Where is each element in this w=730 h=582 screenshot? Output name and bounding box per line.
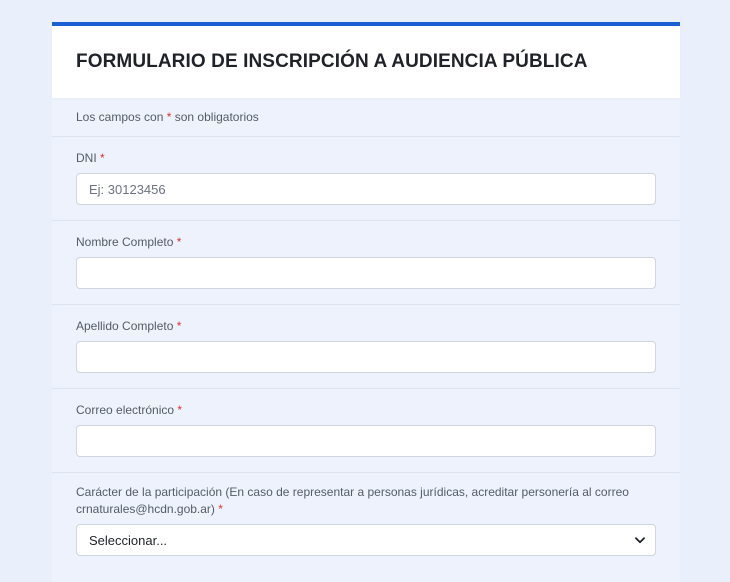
correo-label: Correo electrónico * xyxy=(76,402,656,419)
apellido-label-text: Apellido Completo xyxy=(76,319,174,333)
dni-required-marker: * xyxy=(100,151,105,165)
correo-label-text: Correo electrónico xyxy=(76,403,175,417)
caracter-select[interactable]: Seleccionar... xyxy=(76,524,656,556)
nombre-label-text: Nombre Completo xyxy=(76,235,174,249)
required-note-prefix: Los campos con xyxy=(76,110,164,124)
caracter-field-group: Carácter de la participación (En caso de… xyxy=(52,473,680,571)
form-header: FORMULARIO DE INSCRIPCIÓN A AUDIENCIA PÚ… xyxy=(52,26,680,98)
nombre-input[interactable] xyxy=(76,257,656,289)
dni-input[interactable] xyxy=(76,173,656,205)
apellido-input[interactable] xyxy=(76,341,656,373)
email-field[interactable] xyxy=(76,425,656,457)
dni-label-text: DNI xyxy=(76,151,97,165)
apellido-field-group: Apellido Completo * xyxy=(52,305,680,389)
apellido-label: Apellido Completo * xyxy=(76,318,656,335)
chevron-down-icon xyxy=(635,535,645,545)
required-note-suffix: son obligatorios xyxy=(174,110,259,124)
nombre-required-marker: * xyxy=(176,235,182,249)
nombre-field-group: Nombre Completo * xyxy=(52,221,680,305)
dni-field-group: DNI * xyxy=(52,137,680,221)
correo-field-group: Correo electrónico * xyxy=(52,389,680,473)
form-card: FORMULARIO DE INSCRIPCIÓN A AUDIENCIA PÚ… xyxy=(52,22,680,582)
caracter-required-marker: * xyxy=(218,502,223,516)
required-note: Los campos con * son obligatorios xyxy=(52,98,680,137)
caracter-selected-value: Seleccionar... xyxy=(89,532,168,548)
required-asterisk: * xyxy=(166,110,172,124)
page-title: FORMULARIO DE INSCRIPCIÓN A AUDIENCIA PÚ… xyxy=(76,51,588,72)
caracter-label: Carácter de la participación (En caso de… xyxy=(76,484,656,518)
apellido-required-marker: * xyxy=(176,319,182,333)
caracter-label-text: Carácter de la participación (En caso de… xyxy=(76,485,629,516)
nombre-label: Nombre Completo * xyxy=(76,234,656,251)
dni-label: DNI * xyxy=(76,150,656,167)
correo-required-marker: * xyxy=(177,403,183,417)
